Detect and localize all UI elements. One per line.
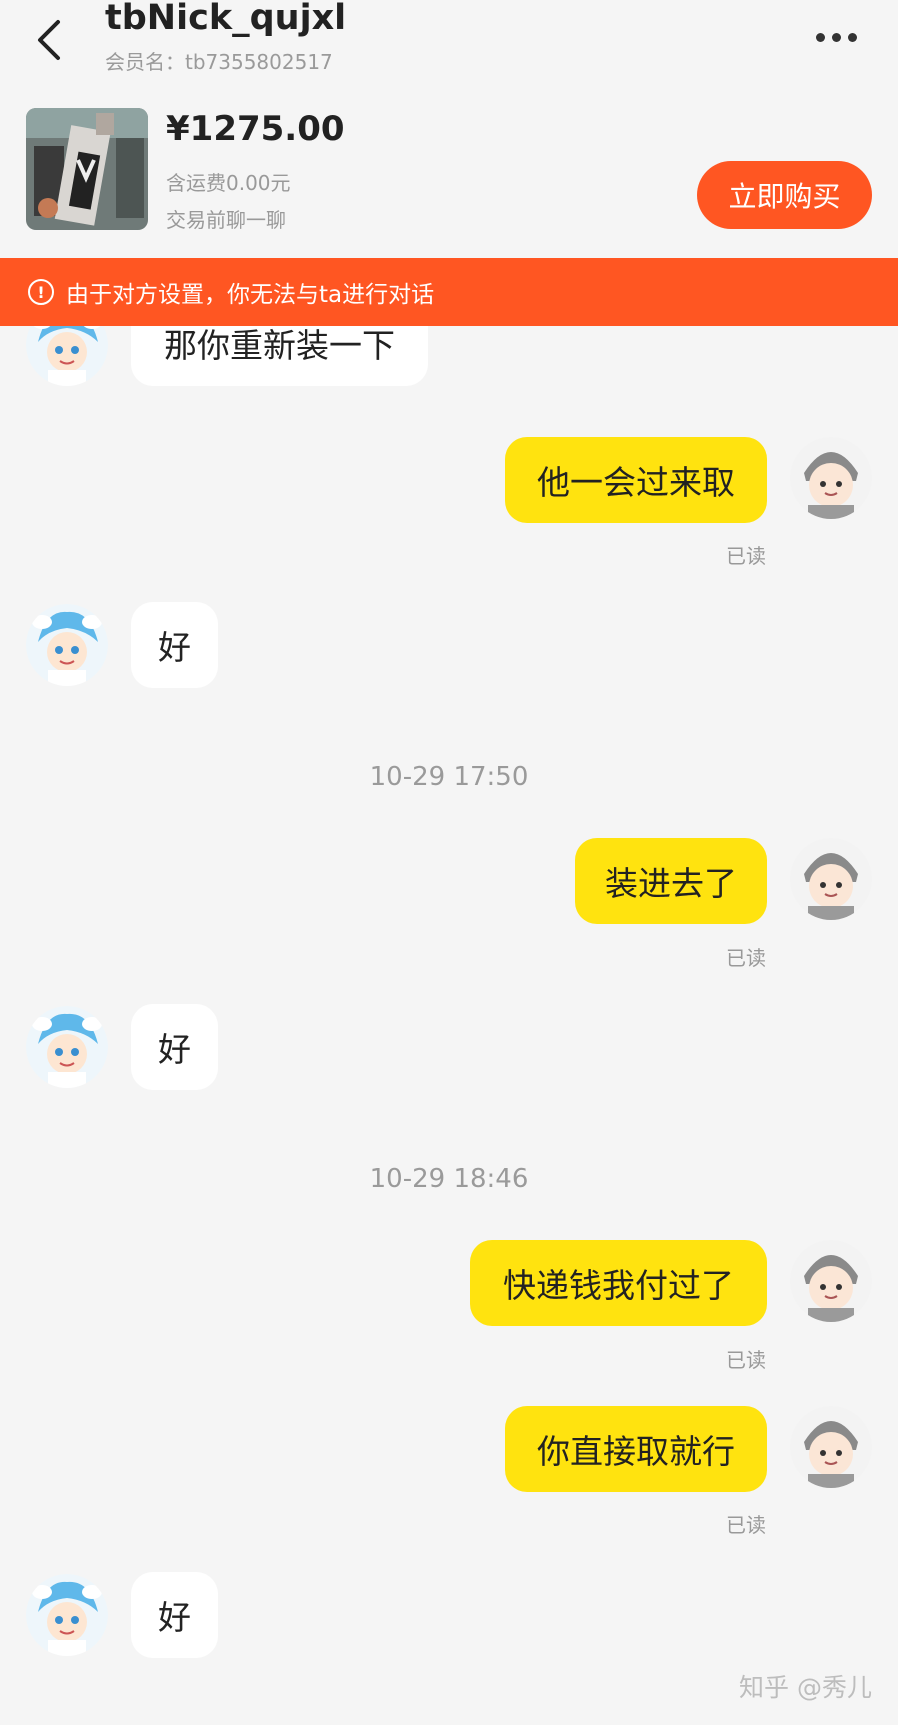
member-id: 会员名：tb7355802517	[105, 50, 333, 74]
message-bubble: 装进去了	[575, 838, 767, 924]
watermark: 知乎 @秀儿	[739, 1673, 872, 1702]
read-status: 已读	[726, 544, 766, 568]
message-bubble: 他一会过来取	[505, 437, 767, 523]
message-bubble: 那你重新装一下	[131, 326, 428, 386]
message-bubble: 好	[131, 602, 218, 688]
user-avatar[interactable]	[790, 437, 872, 519]
chat-header: tbNick_qujxl 会员名：tb7355802517	[0, 0, 898, 90]
message-bubble: 好	[131, 1004, 218, 1090]
contact-name: tbNick_qujxl	[105, 0, 347, 38]
banner-text: 由于对方设置，你无法与ta进行对话	[66, 282, 435, 308]
more-options-icon[interactable]	[816, 26, 872, 48]
chat-hint: 交易前聊一聊	[166, 208, 286, 232]
contact-avatar[interactable]	[26, 326, 108, 386]
read-status: 已读	[726, 946, 766, 970]
contact-avatar[interactable]	[26, 604, 108, 686]
shipping-fee: 含运费0.00元	[166, 171, 291, 195]
message-bubble: 好	[131, 1572, 218, 1658]
user-avatar[interactable]	[790, 1240, 872, 1322]
read-status: 已读	[726, 1513, 766, 1537]
timestamp: 10-29 18:46	[369, 1164, 529, 1194]
message-bubble: 快递钱我付过了	[470, 1240, 767, 1326]
back-arrow-icon[interactable]	[28, 10, 72, 64]
buy-now-button[interactable]: 立即购买	[697, 161, 872, 229]
message-list[interactable]: 那你重新装一下 他一会过来取 已读 好 10-29 17:50 装进去了 已读 …	[0, 326, 898, 1725]
user-avatar[interactable]	[790, 838, 872, 920]
contact-avatar[interactable]	[26, 1574, 108, 1656]
warning-icon: !	[28, 279, 54, 305]
contact-avatar[interactable]	[26, 1006, 108, 1088]
product-card[interactable]: ¥1275.00 含运费0.00元 交易前聊一聊 立即购买	[0, 95, 898, 257]
read-status: 已读	[726, 1348, 766, 1372]
blocked-warning-banner: ! 由于对方设置，你无法与ta进行对话	[0, 258, 898, 326]
timestamp: 10-29 17:50	[369, 762, 529, 792]
user-avatar[interactable]	[790, 1406, 872, 1488]
product-price: ¥1275.00	[166, 109, 345, 149]
product-thumbnail[interactable]	[26, 108, 148, 230]
message-bubble: 你直接取就行	[505, 1406, 767, 1492]
